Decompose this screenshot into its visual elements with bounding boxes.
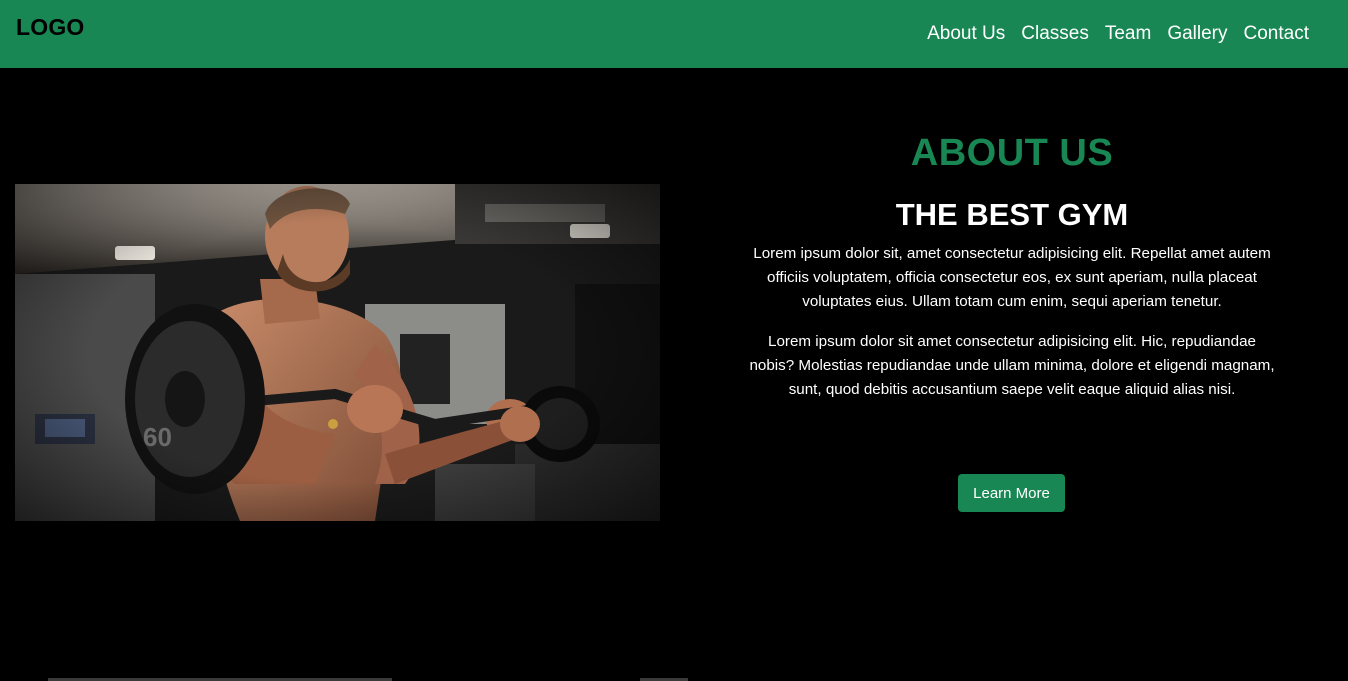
nav-link-contact[interactable]: Contact	[1244, 23, 1309, 45]
section-title: THE BEST GYM	[895, 197, 1129, 232]
nav-link-gallery[interactable]: Gallery	[1167, 23, 1227, 45]
section-eyebrow: ABOUT US	[910, 132, 1114, 174]
top-navbar: LOGO About Us Classes Team Gallery Conta…	[0, 0, 1348, 68]
nav-link-about-us[interactable]: About Us	[927, 23, 1005, 45]
man-lifting-curl-bar-icon: 60	[15, 184, 660, 521]
main-nav: About Us Classes Team Gallery Contact	[927, 23, 1309, 45]
about-section: ABOUT US THE BEST GYM Lorem ipsum dolor …	[740, 130, 1284, 402]
about-paragraph-1: Lorem ipsum dolor sit, amet consectetur …	[753, 245, 1271, 310]
logo[interactable]: LOGO	[16, 14, 85, 41]
nav-link-classes[interactable]: Classes	[1021, 23, 1089, 45]
about-paragraph-2: Lorem ipsum dolor sit amet consectetur a…	[749, 333, 1275, 398]
nav-link-team[interactable]: Team	[1105, 23, 1151, 45]
learn-more-button[interactable]: Learn More	[958, 474, 1065, 512]
gym-photo: 60	[15, 184, 660, 521]
